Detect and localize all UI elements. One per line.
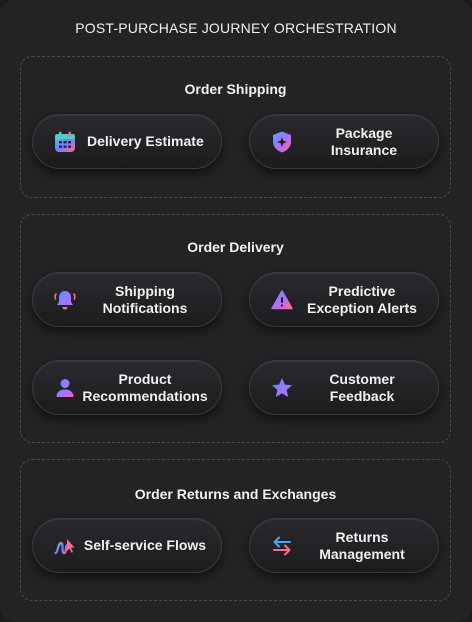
section-title: Order Returns and Exchanges xyxy=(134,486,337,502)
section-title: Order Delivery xyxy=(187,239,284,255)
pill-label: Customer Feedback xyxy=(329,370,395,404)
warning-icon xyxy=(270,288,294,312)
diagram-card: POST-PURCHASE JOURNEY ORCHESTRATION Orde… xyxy=(0,0,472,622)
pill-product-recommendations[interactable]: Product Recommendations xyxy=(32,360,222,415)
swap-arrows-icon xyxy=(270,534,294,558)
pill-customer-feedback[interactable]: Customer Feedback xyxy=(249,360,439,415)
diagram-title: POST-PURCHASE JOURNEY ORCHESTRATION xyxy=(75,20,397,36)
pill-label: Predictive Exception Alerts xyxy=(307,282,417,316)
pill-label: Delivery Estimate xyxy=(87,133,204,149)
pill-label: Shipping Notifications xyxy=(102,282,188,316)
pill-label: Package Insurance xyxy=(330,124,398,158)
pill-label: Self-service Flows xyxy=(83,537,207,553)
shield-icon xyxy=(270,130,294,154)
section-title: Order Shipping xyxy=(184,81,287,97)
pill-label: Product Recommendations xyxy=(82,370,208,404)
star-icon xyxy=(270,376,294,400)
calendar-icon xyxy=(53,130,77,154)
user-icon xyxy=(53,376,77,400)
pill-predictive-exception-alerts[interactable]: Predictive Exception Alerts xyxy=(249,272,439,327)
section-order-delivery: Order Delivery Shipping Notifications Pr… xyxy=(20,214,451,443)
pill-delivery-estimate[interactable]: Delivery Estimate xyxy=(32,114,222,169)
section-order-returns-and-exchanges: Order Returns and Exchanges Self-service… xyxy=(20,459,451,601)
self-service-icon xyxy=(53,534,77,558)
pill-label: Returns Management xyxy=(319,528,405,562)
pill-returns-management[interactable]: Returns Management xyxy=(249,518,439,573)
pill-shipping-notifications[interactable]: Shipping Notifications xyxy=(32,272,222,327)
section-order-shipping: Order Shipping Delivery Estimate Package… xyxy=(20,56,451,198)
pill-package-insurance[interactable]: Package Insurance xyxy=(249,114,439,169)
pill-self-service-flows[interactable]: Self-service Flows xyxy=(32,518,222,573)
bell-icon xyxy=(53,288,77,312)
